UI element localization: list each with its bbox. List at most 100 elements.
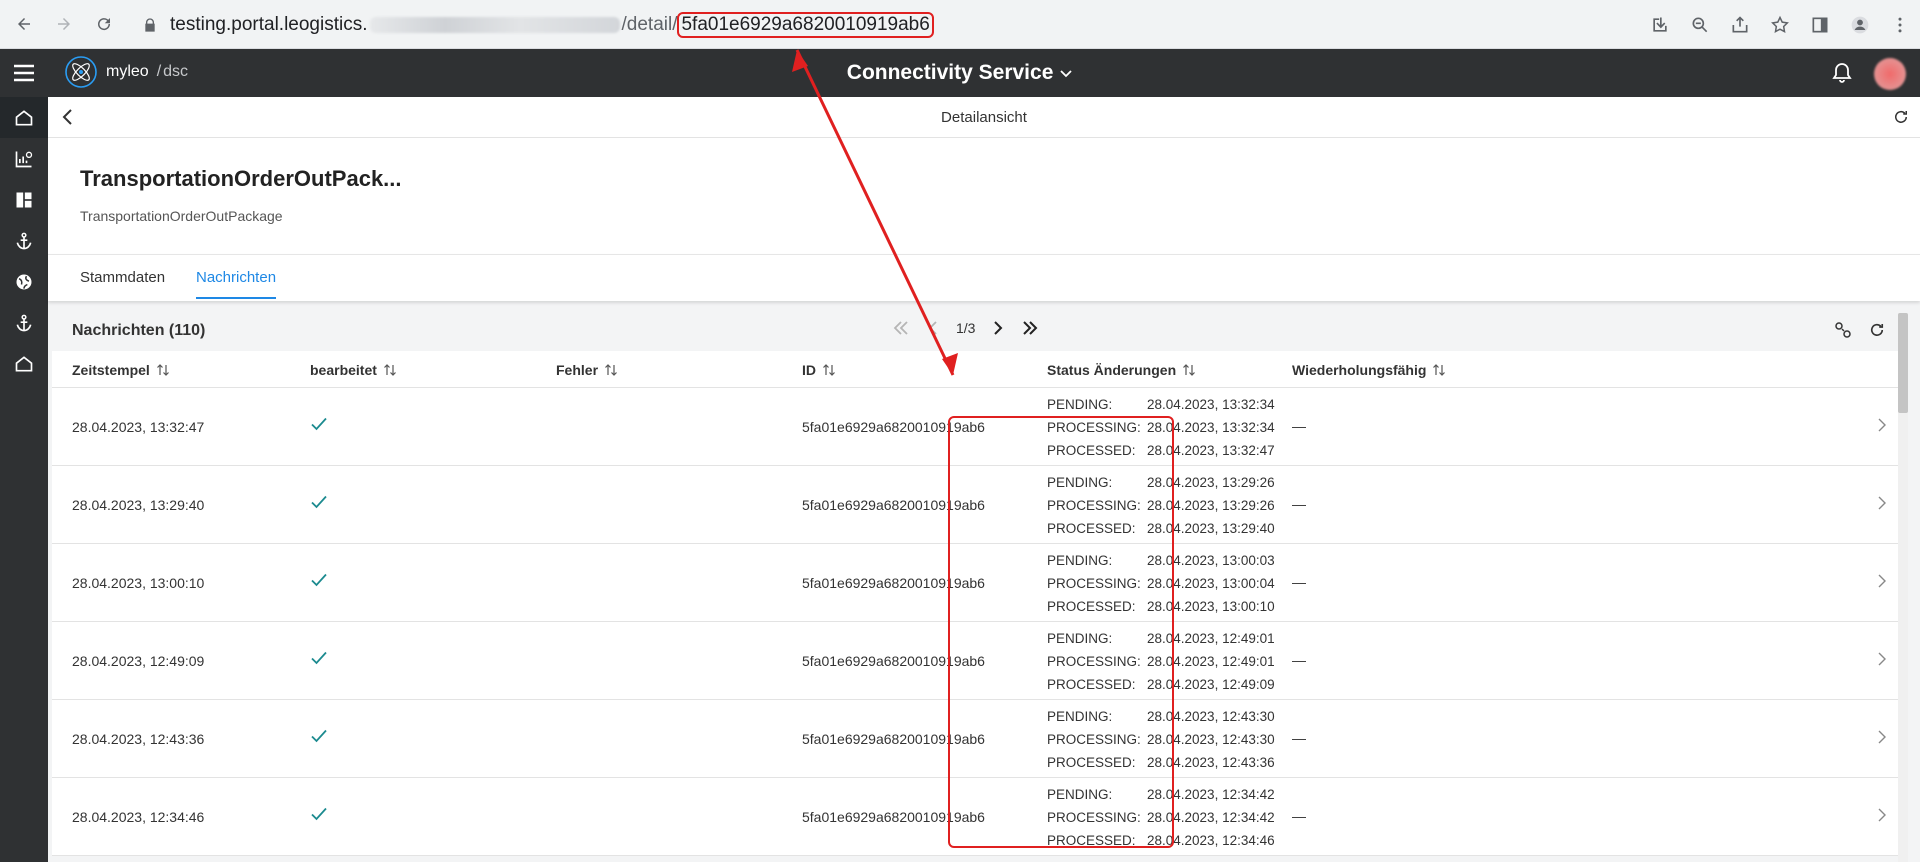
timestamp-cell: 28.04.2023, 12:49:09 — [72, 653, 205, 669]
status-time: 28.04.2023, 13:29:40 — [1147, 521, 1275, 536]
status-label: PENDING: — [1047, 553, 1113, 568]
rail-dashboard-icon[interactable] — [0, 179, 48, 220]
status-line: PROCESSING: 28.04.2023, 12:49:01 — [1047, 650, 1275, 673]
status-time: 28.04.2023, 13:00:04 — [1147, 576, 1275, 591]
share-icon[interactable] — [1720, 5, 1760, 45]
table-row[interactable]: 28.04.2023, 13:32:47 5fa01e6929a682001091… — [52, 388, 1900, 466]
install-icon[interactable] — [1640, 5, 1680, 45]
status-label: PROCESSED: — [1047, 833, 1136, 848]
status-time: 28.04.2023, 12:34:42 — [1147, 810, 1275, 825]
sort-icon — [156, 364, 169, 376]
tab-bar: Stammdaten Nachrichten — [48, 254, 1920, 301]
address-bar[interactable]: testing.portal.leogistics. /detail/ 5fa0… — [134, 8, 1554, 42]
zoom-icon[interactable] — [1680, 5, 1720, 45]
status-line: PROCESSING: 28.04.2023, 13:32:34 — [1047, 416, 1275, 439]
col-label: ID — [802, 362, 816, 378]
reload-icon[interactable] — [88, 8, 120, 40]
table-row[interactable]: 28.04.2023, 13:00:10 5fa01e6929a682001091… — [52, 544, 1900, 622]
bookmark-star-icon[interactable] — [1760, 5, 1800, 45]
back-icon[interactable] — [8, 8, 40, 40]
status-line: PENDING: 28.04.2023, 13:29:26 — [1047, 471, 1275, 494]
rail-anchor-icon[interactable] — [0, 220, 48, 261]
refresh-icon[interactable] — [1892, 108, 1910, 126]
rail-home-icon[interactable] — [0, 97, 48, 138]
col-id[interactable]: ID — [802, 362, 836, 378]
row-chevron-right-icon[interactable] — [1876, 729, 1888, 745]
processed-check-icon — [310, 416, 328, 435]
table-row[interactable]: 28.04.2023, 12:49:09 5fa01e6929a682001091… — [52, 622, 1900, 700]
status-line: PROCESSING: 28.04.2023, 12:34:42 — [1047, 806, 1275, 829]
url-domain: testing.portal.leogistics. — [170, 14, 368, 35]
first-page-icon[interactable] — [892, 319, 910, 337]
rail-chart-settings-icon[interactable] — [0, 138, 48, 179]
column-settings-icon[interactable] — [1834, 321, 1852, 339]
repeatable-cell: — — [1292, 652, 1306, 668]
status-label: PENDING: — [1047, 787, 1113, 802]
row-chevron-right-icon[interactable] — [1876, 573, 1888, 589]
id-cell: 5fa01e6929a6820010919ab6 — [802, 731, 985, 747]
row-chevron-right-icon[interactable] — [1876, 495, 1888, 511]
avatar[interactable] — [1874, 58, 1906, 90]
status-label: PROCESSING: — [1047, 576, 1141, 591]
col-wiederholungsfaehig[interactable]: Wiederholungsfähig — [1292, 362, 1446, 378]
col-bearbeitet[interactable]: bearbeitet — [310, 362, 397, 378]
last-page-icon[interactable] — [1021, 319, 1039, 337]
status-time: 28.04.2023, 12:49:01 — [1147, 631, 1275, 646]
status-label: PROCESSING: — [1047, 810, 1141, 825]
status-line: PROCESSING: 28.04.2023, 12:43:30 — [1047, 728, 1275, 751]
status-time: 28.04.2023, 12:49:09 — [1147, 677, 1275, 692]
status-label: PROCESSING: — [1047, 654, 1141, 669]
notification-bell-icon[interactable] — [1830, 61, 1854, 90]
row-chevron-right-icon[interactable] — [1876, 651, 1888, 667]
side-panel-icon[interactable] — [1800, 5, 1840, 45]
side-navigation — [0, 97, 48, 862]
hamburger-menu-icon[interactable] — [0, 49, 48, 97]
table-row[interactable]: 28.04.2023, 12:43:36 5fa01e6929a682001091… — [52, 700, 1900, 778]
row-chevron-right-icon[interactable] — [1876, 417, 1888, 433]
browser-toolbar: testing.portal.leogistics. /detail/ 5fa0… — [0, 0, 1920, 49]
previous-page-icon[interactable] — [924, 319, 942, 337]
messages-panel: Nachrichten (110) 1/3 Zeitstempel bearbe… — [52, 309, 1900, 862]
status-line: PENDING: 28.04.2023, 13:00:03 — [1047, 549, 1275, 572]
row-chevron-right-icon[interactable] — [1876, 807, 1888, 823]
processed-check-icon — [310, 806, 328, 825]
table-refresh-icon[interactable] — [1868, 321, 1886, 339]
rail-anchor-icon-2[interactable] — [0, 302, 48, 343]
processed-check-icon — [310, 650, 328, 669]
profile-icon[interactable] — [1840, 5, 1880, 45]
table-row[interactable]: 28.04.2023, 12:34:46 5fa01e6929a682001091… — [52, 778, 1900, 856]
rail-home-icon-2[interactable] — [0, 343, 48, 384]
tab-stammdaten[interactable]: Stammdaten — [80, 269, 165, 286]
scrollbar[interactable] — [1898, 313, 1908, 862]
url-path: /detail/ — [621, 14, 678, 35]
tab-nachrichten[interactable]: Nachrichten — [196, 269, 277, 299]
status-time: 28.04.2023, 12:43:30 — [1147, 732, 1275, 747]
next-page-icon[interactable] — [989, 319, 1007, 337]
status-changes-cell: PENDING: 28.04.2023, 12:43:30 PROCESSING: 2… — [1047, 705, 1275, 774]
timestamp-cell: 28.04.2023, 13:29:40 — [72, 497, 205, 513]
sort-icon — [823, 364, 835, 376]
status-changes-cell: PENDING: 28.04.2023, 12:49:01 PROCESSING: 2… — [1047, 627, 1275, 696]
app-logo[interactable]: myleo / dsc — [64, 55, 188, 89]
col-status[interactable]: Status Änderungen — [1047, 362, 1196, 378]
logo-name: myleo — [106, 63, 149, 80]
table-row[interactable]: 28.04.2023, 13:29:40 5fa01e6929a682001091… — [52, 466, 1900, 544]
status-label: PENDING: — [1047, 631, 1113, 646]
messages-toolbar: Nachrichten (110) 1/3 — [52, 309, 1900, 351]
rail-globe-icon[interactable] — [0, 261, 48, 302]
service-switcher[interactable]: Connectivity Service — [847, 61, 1073, 84]
col-label: bearbeitet — [310, 362, 377, 378]
messages-table: Zeitstempel bearbeitet Fehler ID Status … — [52, 351, 1900, 856]
col-fehler[interactable]: Fehler — [556, 362, 618, 378]
scrollbar-thumb[interactable] — [1898, 313, 1908, 413]
menu-kebab-icon[interactable] — [1880, 5, 1920, 45]
id-cell: 5fa01e6929a6820010919ab6 — [802, 497, 985, 513]
status-line: PROCESSED: 28.04.2023, 13:29:40 — [1047, 517, 1275, 540]
status-line: PROCESSED: 28.04.2023, 13:32:47 — [1047, 439, 1275, 462]
page-indicator: 1/3 — [956, 320, 976, 336]
forward-icon[interactable] — [48, 8, 80, 40]
timestamp-cell: 28.04.2023, 12:43:36 — [72, 731, 205, 747]
detail-bar: Detailansicht — [48, 97, 1920, 138]
col-zeitstempel[interactable]: Zeitstempel — [72, 362, 170, 378]
timestamp-cell: 28.04.2023, 13:32:47 — [72, 419, 205, 435]
